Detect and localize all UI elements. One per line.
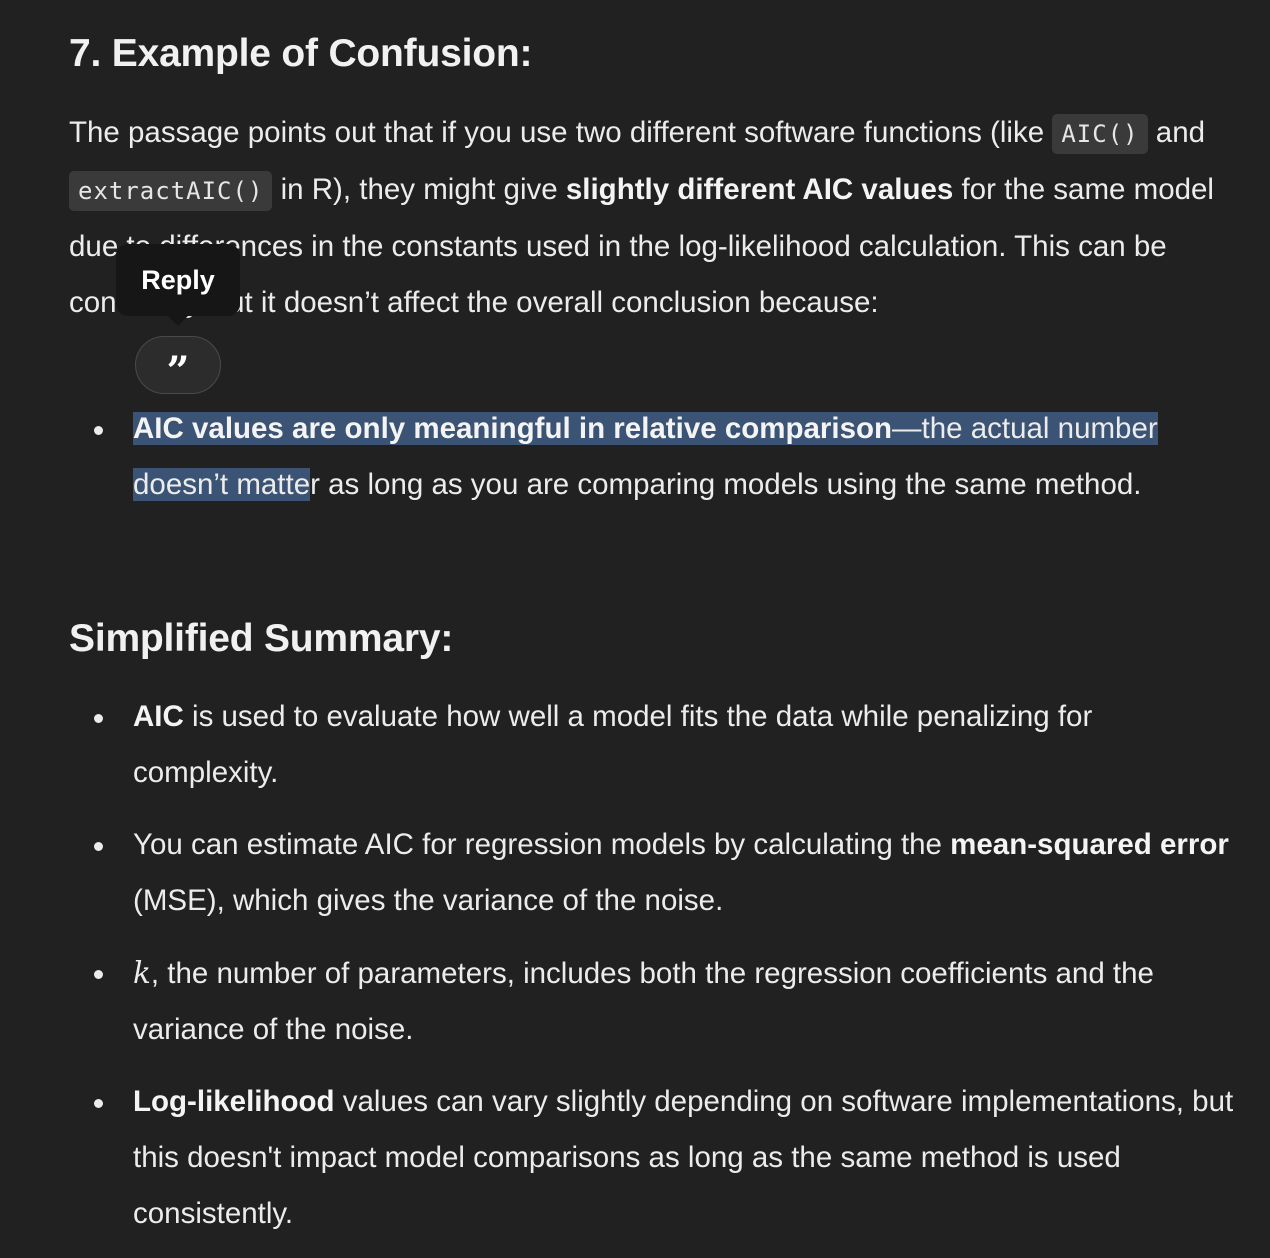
para-bold: slightly different AIC values xyxy=(565,173,954,206)
list-item-bold: Log-likelihood xyxy=(133,1085,335,1118)
list-item-text: r as long as you are comparing models us… xyxy=(310,468,1142,501)
list-item: Log-likelihood values can vary slightly … xyxy=(69,1074,1244,1242)
confusion-paragraph: The passage points out that if you use t… xyxy=(69,105,1244,331)
list-item-text: , the number of parameters, includes bot… xyxy=(133,957,1154,1046)
section-heading-confusion: 7. Example of Confusion: xyxy=(69,32,533,75)
para-text: The passage points out that if you use t… xyxy=(69,116,1053,149)
para-text: in R), they might give xyxy=(272,173,566,206)
confusion-list: AIC values are only meaningful in relati… xyxy=(69,401,1244,529)
section-heading-summary: Simplified Summary: xyxy=(69,617,454,660)
math-variable-k: k xyxy=(133,956,151,990)
list-item-bold: mean-squared error xyxy=(950,828,1229,861)
para-text: and xyxy=(1147,116,1206,149)
reply-tooltip-label: Reply xyxy=(141,264,215,295)
inline-code-extractaic: extractAIC() xyxy=(69,171,273,211)
list-item-text: You can estimate AIC for regression mode… xyxy=(133,828,951,861)
list-item-text: (MSE), which gives the variance of the n… xyxy=(133,884,724,917)
reply-tooltip: Reply xyxy=(116,244,240,326)
list-item: AIC values are only meaningful in relati… xyxy=(69,401,1244,513)
list-item: AIC is used to evaluate how well a model… xyxy=(69,689,1244,801)
list-item-text: is used to evaluate how well a model fit… xyxy=(133,700,1093,789)
list-item: k, the number of parameters, includes bo… xyxy=(69,945,1244,1058)
list-item-bold: AIC xyxy=(133,700,184,733)
list-item-bold: AIC values are only meaningful in relati… xyxy=(133,412,893,445)
inline-code-aic: AIC() xyxy=(1052,114,1148,154)
quote-reply-button[interactable]: ” xyxy=(135,336,221,394)
summary-list: AIC is used to evaluate how well a model… xyxy=(69,689,1244,1258)
quote-icon: ” xyxy=(166,348,190,395)
list-item: You can estimate AIC for regression mode… xyxy=(69,817,1244,929)
